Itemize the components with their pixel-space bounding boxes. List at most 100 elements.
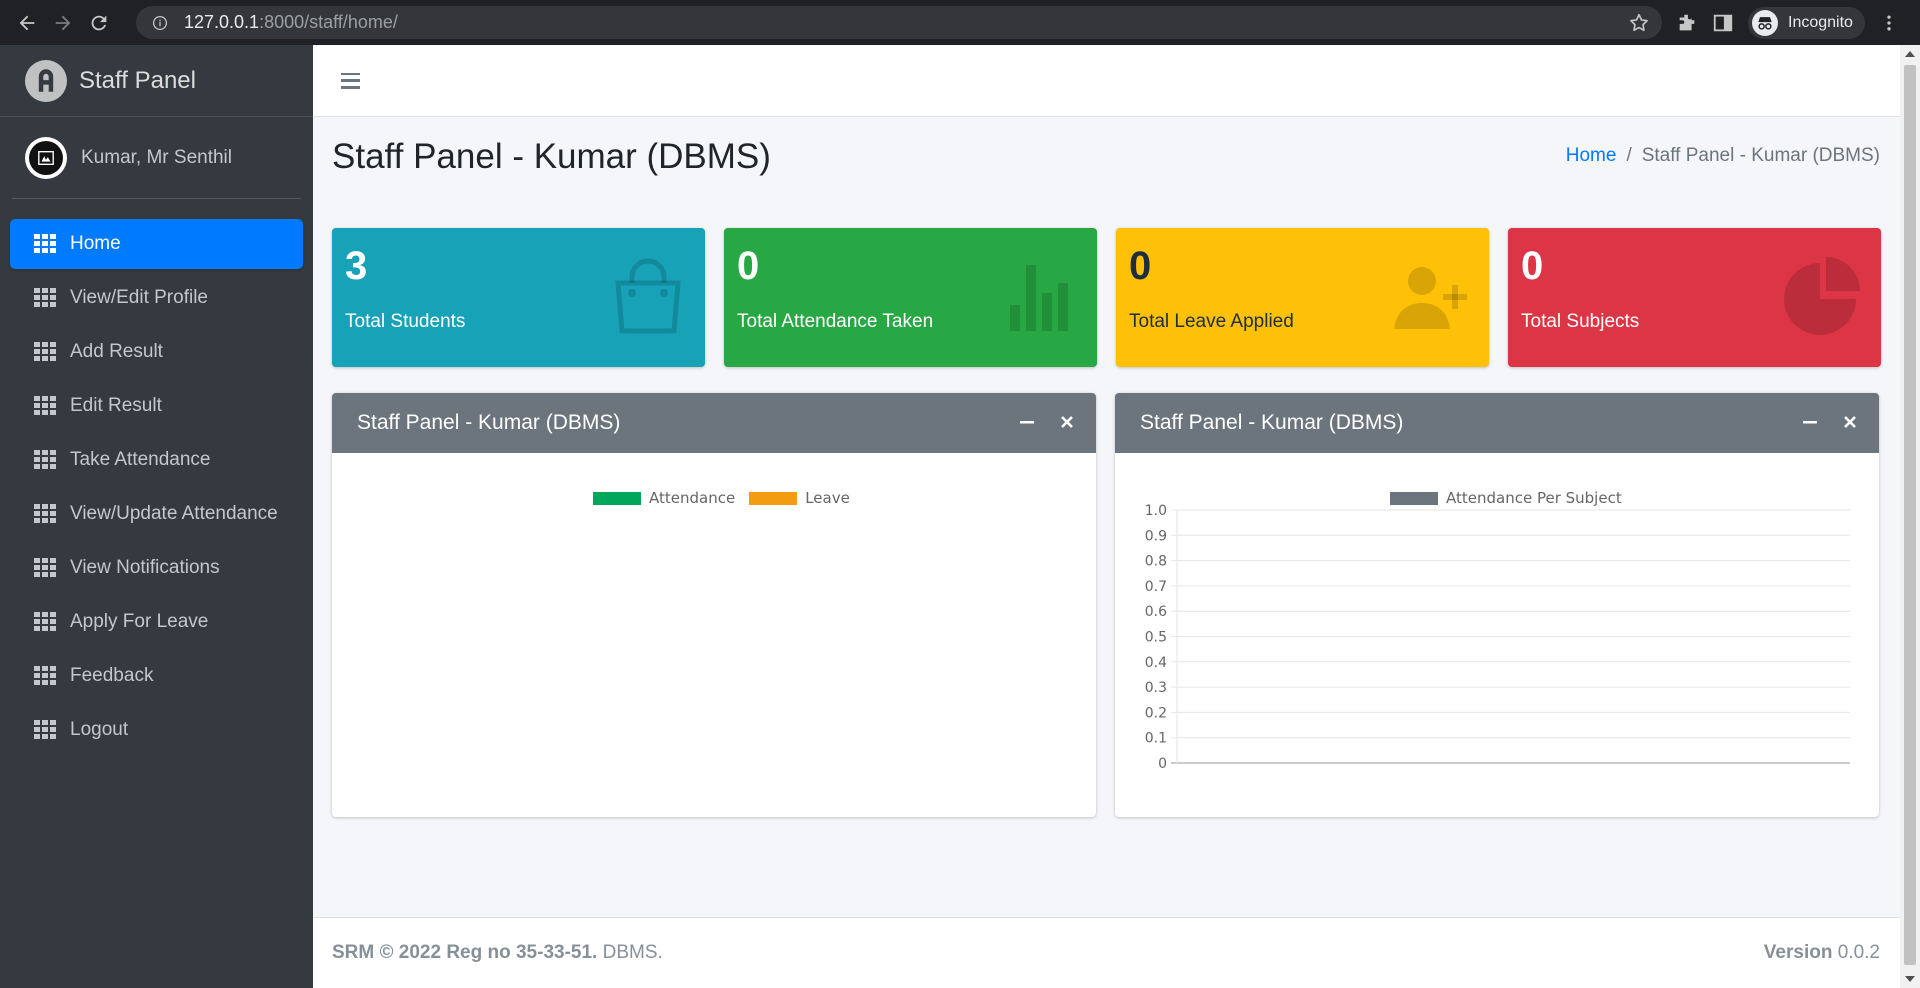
legend-item[interactable]: Leave <box>749 489 850 507</box>
sidebar-item-add-result[interactable]: Add Result <box>10 327 303 377</box>
page-scrollbar[interactable] <box>1900 45 1920 988</box>
footer-copyright-bold: SRM © 2022 Reg no 35-33-51. <box>332 942 598 963</box>
card-attendance-leave: Staff Panel - Kumar (DBMS) Attendance Le… <box>332 393 1096 817</box>
collapse-icon[interactable] <box>1018 413 1036 431</box>
stat-box-total-attendance: 0 Total Attendance Taken <box>724 228 1097 367</box>
sidebar-item-label: Feedback <box>70 665 154 686</box>
attendance-per-subject-chart: 1.0 0.9 0.8 0.7 0.6 0.5 0.4 0.3 0.2 0.1 0 <box>1145 503 1850 772</box>
bar-chart-icon <box>1010 265 1068 331</box>
sidebar-item-label: View/Update Attendance <box>70 503 278 524</box>
forward-icon[interactable] <box>45 5 81 41</box>
stat-box-total-subjects: 0 Total Subjects <box>1508 228 1881 367</box>
browser-toolbar: 127.0.0.1:8000/staff/home/ Incognito <box>0 0 1920 45</box>
sidebar-item-label: Logout <box>70 719 129 740</box>
y-tick-label: 0.6 <box>1145 604 1167 620</box>
bookmark-star-icon[interactable] <box>1628 12 1650 34</box>
collapse-icon[interactable] <box>1801 413 1819 431</box>
grid-icon <box>34 558 56 578</box>
sidebar-item-label: Home <box>70 233 121 254</box>
top-navbar <box>313 45 1900 117</box>
y-tick-label: 0.2 <box>1145 705 1167 721</box>
sidebar-item-view-update-attendance[interactable]: View/Update Attendance <box>10 489 303 539</box>
stat-label: Total Leave Applied <box>1129 311 1294 332</box>
stat-label: Total Attendance Taken <box>737 311 934 332</box>
stat-value: 0 <box>1129 244 1152 288</box>
reload-icon[interactable] <box>81 5 117 41</box>
footer-copyright: SRM © 2022 Reg no 35-33-51. DBMS. <box>332 942 663 964</box>
footer-copyright-rest: DBMS. <box>597 942 663 963</box>
legend-label: Attendance <box>649 489 736 507</box>
grid-icon <box>34 450 56 470</box>
user-panel[interactable]: Kumar, Mr Senthil <box>12 117 301 199</box>
stat-value: 0 <box>1521 244 1544 288</box>
stat-box-total-leave: 0 Total Leave Applied <box>1116 228 1489 367</box>
sidebar-item-label: Add Result <box>70 341 163 362</box>
y-tick-label: 0.5 <box>1145 630 1167 646</box>
breadcrumb-current: Staff Panel - Kumar (DBMS) <box>1641 145 1880 166</box>
sidebar-item-label: Take Attendance <box>70 449 211 470</box>
scroll-down-arrow[interactable] <box>1905 976 1915 982</box>
card-attendance-per-subject: Staff Panel - Kumar (DBMS) Attendance Pe… <box>1115 393 1879 817</box>
grid-icon <box>34 612 56 632</box>
breadcrumb-home-link[interactable]: Home <box>1566 145 1617 167</box>
brand-logo-icon <box>25 59 67 102</box>
footer-version: Version 0.0.2 <box>1764 942 1880 964</box>
y-tick-label: 0.3 <box>1145 680 1167 696</box>
legend-label: Leave <box>805 489 850 507</box>
sidebar-nav: Home View/Edit Profile Add Result Edit R… <box>0 219 313 755</box>
legend-item[interactable]: Attendance <box>593 489 735 507</box>
close-icon[interactable] <box>1058 413 1076 431</box>
user-plus-icon <box>1394 267 1467 329</box>
y-tick-label: 0.7 <box>1145 579 1167 595</box>
shopping-bag-icon <box>615 258 681 334</box>
address-bar[interactable]: 127.0.0.1:8000/staff/home/ <box>136 6 1662 39</box>
chart-cards: Staff Panel - Kumar (DBMS) Attendance Le… <box>332 393 1879 817</box>
stat-boxes: 3 Total Students 0 Total Attendance Take… <box>332 228 1881 367</box>
y-tick-label: 0.4 <box>1145 655 1167 671</box>
sidebar-item-home[interactable]: Home <box>10 219 303 269</box>
sidebar-item-view-edit-profile[interactable]: View/Edit Profile <box>10 273 303 323</box>
user-name: Kumar, Mr Senthil <box>81 146 232 168</box>
footer-version-label: Version <box>1763 942 1833 963</box>
sidebar: Staff Panel Kumar, Mr Senthil Home View/… <box>0 45 313 988</box>
card-header: Staff Panel - Kumar (DBMS) <box>332 393 1096 453</box>
y-tick-label: 0.8 <box>1145 554 1167 570</box>
extensions-icon[interactable] <box>1676 12 1698 34</box>
sidebar-item-edit-result[interactable]: Edit Result <box>10 381 303 431</box>
sidebar-item-logout[interactable]: Logout <box>10 705 303 755</box>
grid-icon <box>34 288 56 308</box>
sidebar-item-label: Apply For Leave <box>70 611 209 632</box>
grid-icon <box>34 720 56 740</box>
site-info-icon[interactable] <box>150 13 170 33</box>
sidebar-item-apply-for-leave[interactable]: Apply For Leave <box>10 597 303 647</box>
side-panel-icon[interactable] <box>1712 12 1734 34</box>
card-header: Staff Panel - Kumar (DBMS) <box>1115 393 1879 453</box>
brand-link[interactable]: Staff Panel <box>0 45 313 117</box>
card-title: Staff Panel - Kumar (DBMS) <box>1140 411 1404 434</box>
sidebar-item-label: View Notifications <box>70 557 220 578</box>
stat-box-total-students: 3 Total Students <box>332 228 705 367</box>
footer: SRM © 2022 Reg no 35-33-51. DBMS. Versio… <box>313 917 1900 988</box>
pie-chart-icon <box>1784 257 1860 335</box>
url-text: 127.0.0.1:8000/staff/home/ <box>184 12 398 32</box>
legend-swatch <box>593 491 641 505</box>
breadcrumb: Home / Staff Panel - Kumar (DBMS) <box>1566 145 1880 167</box>
sidebar-item-take-attendance[interactable]: Take Attendance <box>10 435 303 485</box>
back-icon[interactable] <box>9 5 45 41</box>
grid-icon <box>34 396 56 416</box>
page-title: Staff Panel - Kumar (DBMS) <box>332 137 771 176</box>
sidebar-item-feedback[interactable]: Feedback <box>10 651 303 701</box>
menu-toggle-icon[interactable] <box>341 72 360 89</box>
y-tick-label: 1.0 <box>1145 503 1167 519</box>
legend-swatch <box>749 491 798 505</box>
close-icon[interactable] <box>1841 413 1859 431</box>
incognito-label: Incognito <box>1788 13 1853 31</box>
sidebar-item-view-notifications[interactable]: View Notifications <box>10 543 303 593</box>
more-menu-icon[interactable] <box>1879 12 1899 34</box>
grid-icon <box>34 504 56 524</box>
incognito-badge[interactable]: Incognito <box>1748 6 1865 39</box>
card-title: Staff Panel - Kumar (DBMS) <box>357 411 621 434</box>
scroll-up-arrow[interactable] <box>1905 51 1915 57</box>
scroll-thumb[interactable] <box>1904 65 1916 965</box>
y-tick-label: 0.9 <box>1145 528 1167 544</box>
